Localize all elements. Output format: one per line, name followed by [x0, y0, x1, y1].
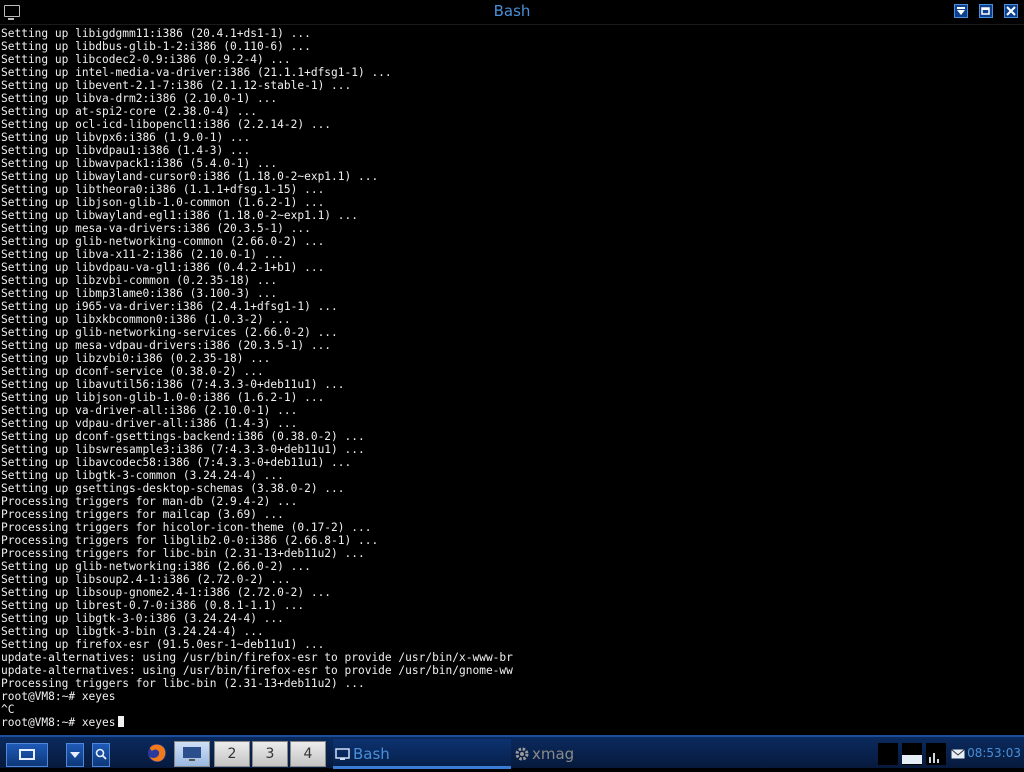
terminal-line: Setting up gsettings-desktop-schemas (3.… — [1, 482, 345, 495]
maximize-button[interactable] — [979, 4, 993, 18]
terminal-line: Setting up libvpx6:i386 (1.9.0-1) ... — [1, 131, 251, 144]
terminal-line: Setting up libgtk-3-common (3.24.24-4) .… — [1, 469, 284, 482]
terminal-prompt: root@VM8:~# xeyes — [1, 716, 116, 729]
terminal-line: Setting up libwavpack1:i386 (5.4.0-1) ..… — [1, 157, 278, 170]
firefox-launcher[interactable] — [146, 742, 168, 764]
close-button[interactable] — [1004, 4, 1018, 18]
terminal-line: Setting up libva-x11-2:i386 (2.10.0-1) .… — [1, 248, 284, 261]
taskbar-task-bash[interactable]: Bash — [333, 739, 511, 769]
terminal-line: Setting up libjson-glib-1.0-common (1.6.… — [1, 196, 325, 209]
terminal-line: Setting up libswresample3:i386 (7:4.3.3-… — [1, 443, 365, 456]
terminal-line: Setting up dconf-gsettings-backend:i386 … — [1, 430, 365, 443]
terminal-line: Setting up libsoup2.4-1:i386 (2.72.0-2) … — [1, 573, 291, 586]
terminal-line: Setting up libva-drm2:i386 (2.10.0-1) ..… — [1, 92, 278, 105]
terminal-line: Setting up libevent-2.1-7:i386 (2.1.12-s… — [1, 79, 352, 92]
workspace-2-button[interactable]: 2 — [214, 741, 250, 767]
terminal-line: Setting up libdbus-glib-1-2:i386 (0.110-… — [1, 40, 311, 53]
show-desktop-button[interactable] — [174, 741, 210, 767]
terminal-line: Setting up vdpau-driver-all:i386 (1.4-3)… — [1, 417, 298, 430]
terminal-line: Setting up glib-networking-common (2.66.… — [1, 235, 325, 248]
terminal-line: Setting up libavutil56:i386 (7:4.3.3-0+d… — [1, 378, 345, 391]
firefox-icon — [148, 744, 166, 762]
terminal-line: Setting up libvdpau1:i386 (1.4-3) ... — [1, 144, 251, 157]
terminal-line: root@VM8:~# xeyes — [1, 690, 116, 703]
menu-arrow-button[interactable] — [66, 743, 84, 767]
terminal-line: Setting up ocl-icd-libopencl1:i386 (2.2.… — [1, 118, 332, 131]
menu-arrow-icon — [70, 752, 80, 758]
terminal-icon — [335, 748, 350, 760]
search-button[interactable] — [92, 743, 110, 767]
terminal-line: Setting up libmp3lame0:i386 (3.100-3) ..… — [1, 287, 278, 300]
terminal-line: Processing triggers for man-db (2.9.4-2)… — [1, 495, 298, 508]
shade-icon — [957, 7, 965, 15]
terminal-line: Setting up glib-networking-services (2.6… — [1, 326, 338, 339]
terminal-line: Setting up glib-networking:i386 (2.66.0-… — [1, 560, 311, 573]
terminal-line: Processing triggers for libc-bin (2.31-1… — [1, 677, 365, 690]
terminal-line: Setting up va-driver-all:i386 (2.10.0-1)… — [1, 404, 298, 417]
terminal-line: Setting up dconf-service (0.38.0-2) ... — [1, 365, 264, 378]
terminal-line: Setting up libvdpau-va-gl1:i386 (0.4.2-1… — [1, 261, 325, 274]
terminal-line: Setting up libtheora0:i386 (1.1.1+dfsg.1… — [1, 183, 325, 196]
mail-icon[interactable] — [951, 749, 965, 759]
desktop-button[interactable] — [6, 743, 48, 767]
terminal-cursor — [117, 716, 124, 727]
terminal-line: Processing triggers for libglib2.0-0:i38… — [1, 534, 379, 547]
terminal-line: Setting up libzvbi-common (0.2.35-18) ..… — [1, 274, 278, 287]
terminal-prompt-line[interactable]: root@VM8:~# xeyes — [0, 716, 1024, 729]
terminal-line: Setting up libjson-glib-1.0-0:i386 (1.6.… — [1, 391, 325, 404]
panel-clock[interactable]: 08:53:03 — [967, 746, 1021, 760]
window-title: Bash — [493, 2, 531, 20]
terminal-line: Setting up libzvbi0:i386 (0.2.35-18) ... — [1, 352, 271, 365]
network-icon — [929, 753, 939, 763]
terminal-line: Setting up librest-0.7-0:i386 (0.8.1-1.1… — [1, 599, 305, 612]
system-monitor-widget[interactable] — [878, 743, 950, 765]
terminal-line: update-alternatives: using /usr/bin/fire… — [1, 651, 513, 664]
close-icon — [1006, 6, 1016, 16]
terminal-line: ^C — [1, 703, 15, 716]
terminal-line: Setting up mesa-va-drivers:i386 (20.3.5-… — [1, 222, 311, 235]
terminal-line: Setting up libgtk-3-0:i386 (3.24.24-4) .… — [1, 612, 284, 625]
terminal-line: Setting up libxkbcommon0:i386 (1.0.3-2) … — [1, 313, 291, 326]
show-desktop-icon — [183, 747, 201, 761]
shade-button[interactable] — [954, 4, 968, 18]
terminal-line: Setting up libgtk-3-bin (3.24.24-4) ... — [1, 625, 264, 638]
terminal-line: Setting up mesa-vdpau-drivers:i386 (20.3… — [1, 339, 332, 352]
terminal-line: Setting up libavcodec58:i386 (7:4.3.3-0+… — [1, 456, 352, 469]
gear-icon — [515, 747, 529, 761]
desktop-icon — [19, 749, 35, 760]
terminal-line: Processing triggers for libc-bin (2.31-1… — [1, 547, 365, 560]
window-titlebar[interactable]: Bash — [0, 0, 1024, 25]
terminal-line: Setting up libwayland-cursor0:i386 (1.18… — [1, 170, 379, 183]
terminal-line: Processing triggers for hicolor-icon-the… — [1, 521, 372, 534]
maximize-icon — [981, 7, 990, 15]
terminal-line: Setting up libwayland-egl1:i386 (1.18.0-… — [1, 209, 358, 222]
search-icon — [95, 748, 107, 760]
taskbar-task-label: xmag — [532, 745, 575, 763]
terminal-line: Setting up libsoup-gnome2.4-1:i386 (2.72… — [1, 586, 332, 599]
terminal-line: update-alternatives: using /usr/bin/fire… — [1, 664, 513, 677]
workspace-3-button[interactable]: 3 — [252, 741, 288, 767]
workspace-4-button[interactable]: 4 — [290, 741, 326, 767]
terminal-output[interactable]: Setting up libigdgmm11:i386 (20.4.1+ds1-… — [0, 27, 1024, 731]
terminal-line: Setting up libigdgmm11:i386 (20.4.1+ds1-… — [1, 27, 311, 40]
taskbar-task-label: Bash — [353, 745, 390, 763]
taskbar-task-xmag[interactable]: xmag — [512, 739, 690, 769]
terminal-line: Setting up libcodec2-0.9:i386 (0.9.2-4) … — [1, 53, 291, 66]
terminal-line: Processing triggers for mailcap (3.69) .… — [1, 508, 284, 521]
terminal-line: Setting up at-spi2-core (2.38.0-4) ... — [1, 105, 257, 118]
terminal-line: Setting up intel-media-va-driver:i386 (2… — [1, 66, 392, 79]
taskbar-panel: 234 Bash xmag 08:53:03 — [0, 735, 1024, 769]
terminal-line: Setting up i965-va-driver:i386 (2.4.1+df… — [1, 300, 338, 313]
terminal-line: Setting up firefox-esr (91.5.0esr-1~deb1… — [1, 638, 325, 651]
